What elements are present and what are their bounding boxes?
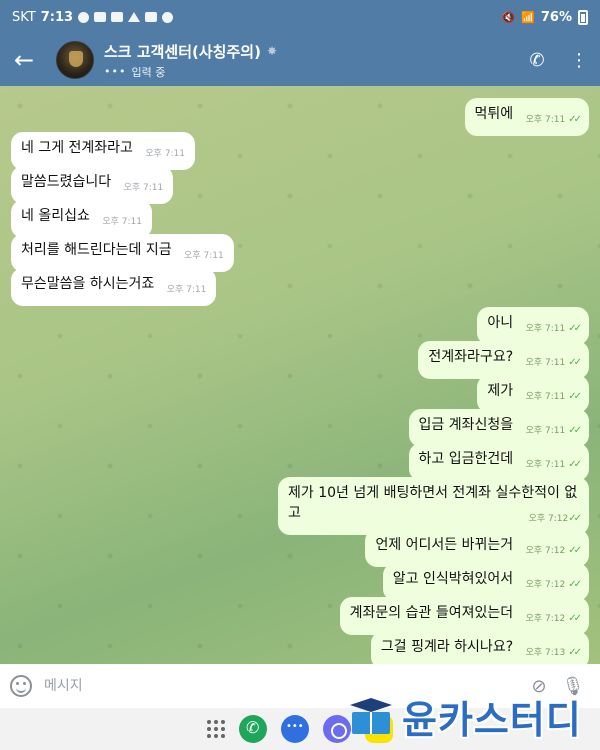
watermark: 윤카스터디 [346, 690, 582, 742]
double-check-icon: ✓✓ [568, 513, 582, 524]
message-time: 오후 7:12 [525, 546, 566, 556]
message-bubble-incoming[interactable]: 처리를 해드린다는데 지금 오후 7:11 [11, 234, 234, 272]
message-time: 오후 7:11 [525, 426, 566, 436]
chat-title: 스크 고객센터(사칭주의) [104, 42, 261, 61]
emoji-icon[interactable] [10, 675, 32, 697]
message-text: 네 올리십쇼 [21, 208, 90, 224]
graduation-book-icon [346, 696, 396, 736]
double-check-icon: ✓✓ [568, 579, 582, 590]
message-text: 하고 입금한건데 [418, 451, 514, 467]
call-button[interactable]: ✆ [516, 34, 558, 86]
battery-level: 76% [540, 9, 572, 25]
status-bar: SKT 7:13 🔇 📶 76% [0, 0, 600, 34]
message-time: 오후 7:11 [184, 251, 224, 261]
phone-app-icon[interactable] [239, 715, 267, 743]
message-text: 알고 인식박혀있어서 [392, 571, 514, 587]
message-bubble-outgoing[interactable]: 전계좌라구요? 오후 7:11 ✓✓ [418, 341, 589, 379]
message-bubble-incoming[interactable]: 네 그게 전계좌라고 오후 7:11 [11, 132, 196, 170]
wifi-status-icon: 📶 [521, 10, 535, 24]
message-time: 오후 7:12 [525, 580, 566, 590]
message-time: 오후 7:11 [525, 392, 566, 402]
chat-notification-icon [78, 11, 90, 23]
double-check-icon: ✓✓ [568, 114, 582, 125]
chat-subtitle: 입력 중 [131, 65, 166, 79]
typing-indicator-icon: ••• [104, 65, 127, 78]
message-bubble-outgoing[interactable]: 아니 오후 7:11 ✓✓ [477, 307, 589, 345]
clock: 7:13 [40, 9, 74, 25]
message-text: 네 그게 전계좌라고 [21, 140, 133, 156]
double-check-icon: ✓✓ [568, 459, 582, 470]
double-check-icon: ✓✓ [568, 613, 582, 624]
message-time: 오후 7:11 [525, 115, 566, 125]
app-drawer-icon[interactable] [207, 720, 225, 738]
message-bubble-outgoing[interactable]: 먹튀에 오후 7:11 ✓✓ [464, 98, 589, 136]
double-check-icon: ✓✓ [568, 357, 582, 368]
verified-icon: ✸ [266, 44, 277, 58]
phone-icon: ✆ [529, 49, 545, 71]
gallery-notification-icon [145, 12, 158, 22]
battery-icon [578, 9, 588, 25]
message-text: 전계좌라구요? [428, 349, 514, 365]
message-time: 오후 7:11 [166, 285, 207, 295]
message-bubble-outgoing[interactable]: 하고 입금한건데 오후 7:11 ✓✓ [408, 443, 589, 481]
menu-button[interactable]: ⋮ [558, 34, 600, 86]
avatar[interactable] [56, 41, 94, 79]
watermark-text: 윤카스터디 [402, 697, 582, 742]
message-text: 무슨말씀을 하시는거죠 [21, 276, 155, 292]
double-check-icon: ✓✓ [568, 323, 582, 334]
mail-notification-icon [94, 12, 107, 22]
message-time: 오후 7:11 [145, 149, 186, 159]
chat-header: ← 스크 고객센터(사칭주의) ✸ ••• 입력 중 ✆ ⋮ [0, 34, 600, 86]
message-text: 말씀드렸습니다 [21, 174, 112, 190]
message-bubble-outgoing[interactable]: 알고 인식박혀있어서 오후 7:12 ✓✓ [382, 563, 589, 601]
message-bubble-outgoing[interactable]: 입금 계좌신청을 오후 7:11 ✓✓ [408, 409, 589, 447]
message-text: 먹튀에 [474, 106, 514, 122]
message-time: 오후 7:11 [123, 183, 164, 193]
back-button[interactable]: ← [0, 34, 48, 86]
chat-info[interactable]: 스크 고객센터(사칭주의) ✸ ••• 입력 중 [104, 41, 277, 80]
message-text: 입금 계좌신청을 [418, 417, 514, 433]
message-text: 그걸 핑계라 하시나요? [380, 639, 514, 655]
double-check-icon: ✓✓ [568, 391, 582, 402]
mute-status-icon: 🔇 [501, 10, 516, 24]
message-bubble-outgoing[interactable]: 제가 오후 7:11 ✓✓ [477, 375, 589, 413]
message-time: 오후 7:12 [528, 514, 569, 524]
message-bubble-outgoing[interactable]: 계좌문의 습관 들여져있는더 오후 7:12 ✓✓ [339, 597, 589, 635]
message-bubble-outgoing[interactable]: 제가 10년 넘게 배팅하면서 전계좌 실수한적이 없고 오후 7:12✓✓ [278, 477, 589, 535]
messages-app-icon[interactable] [281, 715, 309, 743]
message-bubble-outgoing[interactable]: 그걸 핑계라 하시나요? 오후 7:13 ✓✓ [370, 631, 589, 664]
message-time: 오후 7:11 [525, 324, 566, 334]
double-check-icon: ✓✓ [568, 545, 582, 556]
cloud-notification-icon [162, 11, 174, 23]
message-text: 처리를 해드린다는데 지금 [21, 242, 172, 258]
message-time: 오후 7:12 [525, 614, 566, 624]
message-text: 제가 [487, 383, 514, 399]
message-text: 언제 어디서든 바뀌는거 [375, 537, 514, 553]
message-time: 오후 7:11 [525, 358, 566, 368]
arrow-left-icon: ← [13, 46, 35, 74]
message-bubble-incoming[interactable]: 말씀드렸습니다 오후 7:11 [11, 166, 174, 204]
double-check-icon: ✓✓ [568, 647, 582, 658]
message-bubble-outgoing[interactable]: 언제 어디서든 바뀌는거 오후 7:12 ✓✓ [365, 529, 589, 567]
alert-notification-icon [128, 12, 141, 22]
message-time: 오후 7:11 [102, 217, 142, 227]
message-time: 오후 7:13 [525, 648, 566, 658]
carrier-label: SKT [12, 9, 36, 25]
message-bubble-incoming[interactable]: 무슨말씀을 하시는거죠 오후 7:11 [11, 268, 217, 306]
message-list[interactable]: 먹튀에 오후 7:11 ✓✓ 네 그게 전계좌라고 오후 7:11 말씀드렸습니다… [0, 86, 600, 664]
message-time: 오후 7:11 [525, 460, 566, 470]
message-bubble-incoming[interactable]: 네 올리십쇼 오후 7:11 [11, 200, 152, 238]
message-text: 계좌문의 습관 들여져있는더 [349, 605, 514, 621]
message-text: 아니 [487, 315, 514, 331]
more-vertical-icon: ⋮ [570, 49, 588, 71]
double-check-icon: ✓✓ [568, 425, 582, 436]
mail-notification-icon [111, 12, 124, 22]
